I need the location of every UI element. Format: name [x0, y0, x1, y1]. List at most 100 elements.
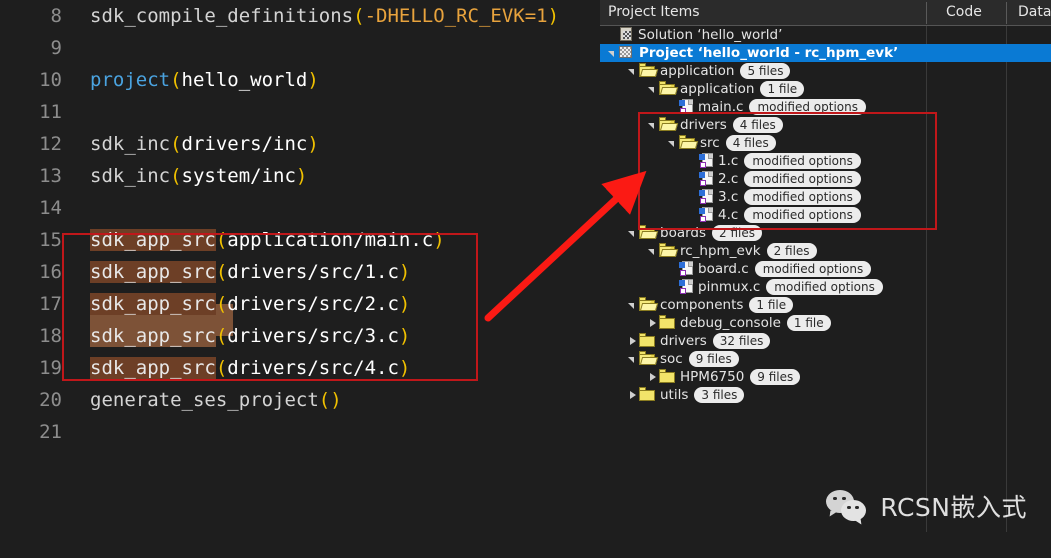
tree-row[interactable]: Solution ‘hello_world’	[600, 26, 1051, 44]
code-token: sdk_app_src	[90, 357, 216, 379]
code-line[interactable]: 20 generate_ses_project()	[0, 384, 600, 416]
expand-arrow-open-icon[interactable]	[646, 242, 659, 260]
folder-open-icon	[639, 225, 659, 239]
line-number: 10	[39, 69, 62, 91]
code-token: )	[307, 133, 319, 155]
modified-options-badge: modified options	[749, 99, 867, 115]
code-token: application/main.c	[227, 229, 434, 251]
c-file-icon	[679, 260, 694, 276]
expand-arrow-open-icon[interactable]	[626, 296, 639, 314]
tree-row[interactable]: rc_hpm_evk 2 files	[600, 242, 1051, 260]
c-file-icon	[679, 98, 694, 114]
code-line[interactable]: 18 sdk_app_src(drivers/src/3.c)	[0, 320, 600, 352]
code-token: )	[398, 325, 411, 347]
expand-arrow-open-icon[interactable]	[646, 80, 659, 98]
tree-row[interactable]: pinmux.c modified options	[600, 278, 1051, 296]
code-line[interactable]: 11	[0, 96, 600, 128]
header-separator-2[interactable]	[1006, 2, 1007, 24]
code-token: project	[90, 69, 171, 91]
line-number: 18	[39, 325, 62, 347]
code-token: )	[547, 5, 560, 27]
app-window: 8 sdk_compile_definitions(-DHELLO_RC_EVK=…	[0, 0, 1051, 558]
c-file-icon	[699, 206, 714, 222]
column-header-data-ro[interactable]: Data+RO	[1018, 0, 1051, 25]
expand-arrow-closed-icon[interactable]	[646, 368, 659, 386]
watermark-text: RCSN嵌入式	[880, 493, 1027, 522]
line-number: 9	[50, 37, 62, 59]
tree-row[interactable]: main.c modified options	[600, 98, 1051, 116]
code-token: sdk_inc	[90, 133, 171, 155]
tree-row[interactable]: components 1 file	[600, 296, 1051, 314]
expand-arrow-open-icon[interactable]	[626, 62, 639, 80]
tree-row[interactable]: debug_console 1 file	[600, 314, 1051, 332]
file-count-badge: 9 files	[750, 369, 801, 385]
code-line[interactable]: 15 sdk_app_src(application/main.c)	[0, 224, 600, 256]
expand-arrow-open-icon[interactable]	[666, 134, 679, 152]
code-line[interactable]: 19 sdk_app_src(drivers/src/4.c)	[0, 352, 600, 384]
tree-row-selected[interactable]: Project ‘hello_world - rc_hpm_evk’	[600, 44, 1051, 62]
tree-row[interactable]: 1.c modified options	[600, 152, 1051, 170]
expand-arrow-open-icon[interactable]	[626, 224, 639, 242]
expand-arrow-open-icon[interactable]	[626, 350, 639, 368]
code-token: -DHELLO_RC_EVK=1	[364, 5, 548, 27]
code-line[interactable]: 9	[0, 32, 600, 64]
code-line[interactable]: 13 sdk_inc(system/inc)	[0, 160, 600, 192]
tree-row[interactable]: src 4 files	[600, 134, 1051, 152]
code-line[interactable]: 8 sdk_compile_definitions(-DHELLO_RC_EVK=…	[0, 0, 600, 32]
tree-row[interactable]: 3.c modified options	[600, 188, 1051, 206]
line-number: 8	[50, 5, 62, 27]
code-line[interactable]: 21	[0, 416, 600, 448]
code-editor[interactable]: 8 sdk_compile_definitions(-DHELLO_RC_EVK=…	[0, 0, 600, 558]
tree-row[interactable]: soc 9 files	[600, 350, 1051, 368]
expand-arrow-closed-icon[interactable]	[626, 386, 639, 404]
expand-arrow-closed-icon[interactable]	[626, 332, 639, 350]
code-text: sdk_app_src(drivers/src/3.c)	[90, 320, 410, 352]
expand-arrow-open-icon[interactable]	[646, 116, 659, 134]
expand-arrow-open-icon[interactable]	[606, 44, 619, 62]
project-icon	[619, 45, 634, 60]
file-count-badge: 4 files	[732, 117, 783, 133]
code-token: (	[215, 357, 228, 379]
column-header-project-items[interactable]: Project Items	[608, 0, 700, 25]
expand-arrow-closed-icon[interactable]	[646, 314, 659, 332]
tree-row[interactable]: application 5 files	[600, 62, 1051, 80]
project-tree[interactable]: Solution ‘hello_world’ Project ‘hello_wor…	[600, 26, 1051, 558]
code-token: sdk_inc	[90, 165, 171, 187]
code-line[interactable]: 12 sdk_inc(drivers/inc)	[0, 128, 600, 160]
code-line[interactable]: 14	[0, 192, 600, 224]
code-token: drivers/inc	[181, 133, 308, 155]
code-line[interactable]: 16 sdk_app_src(drivers/src/1.c)	[0, 256, 600, 288]
header-separator-1[interactable]	[926, 2, 927, 24]
tree-header: Project Items Code Data+RO	[600, 0, 1051, 26]
line-number: 21	[39, 421, 62, 443]
file-count-badge: 5 files	[740, 63, 791, 79]
tree-row[interactable]: drivers 4 files	[600, 116, 1051, 134]
folder-closed-icon	[639, 387, 656, 401]
tree-row[interactable]: 4.c modified options	[600, 206, 1051, 224]
code-line[interactable]: 17 sdk_app_src(drivers/src/2.c)	[0, 288, 600, 320]
line-number: 11	[39, 101, 62, 123]
c-file-icon	[699, 152, 714, 168]
line-number: 13	[39, 165, 62, 187]
solution-icon	[619, 26, 634, 42]
code-text: sdk_app_src(drivers/src/4.c)	[90, 352, 410, 384]
line-number: 17	[39, 293, 62, 315]
tree-row[interactable]: utils 3 files	[600, 386, 1051, 404]
tree-row[interactable]: application 1 file	[600, 80, 1051, 98]
code-token: generate_ses_project	[90, 389, 319, 411]
folder-open-icon	[679, 135, 699, 149]
code-line[interactable]: 10 project(hello_world)	[0, 64, 600, 96]
tree-row[interactable]: drivers 32 files	[600, 332, 1051, 350]
tree-row[interactable]: boards 2 files	[600, 224, 1051, 242]
code-token: )	[398, 357, 411, 379]
tree-row[interactable]: HPM6750 9 files	[600, 368, 1051, 386]
tree-row[interactable]: 2.c modified options	[600, 170, 1051, 188]
modified-options-badge: modified options	[744, 153, 861, 169]
column-header-code[interactable]: Code	[946, 0, 982, 25]
tree-row-label: 1.c	[718, 153, 739, 169]
tree-row[interactable]: board.c modified options	[600, 260, 1051, 278]
